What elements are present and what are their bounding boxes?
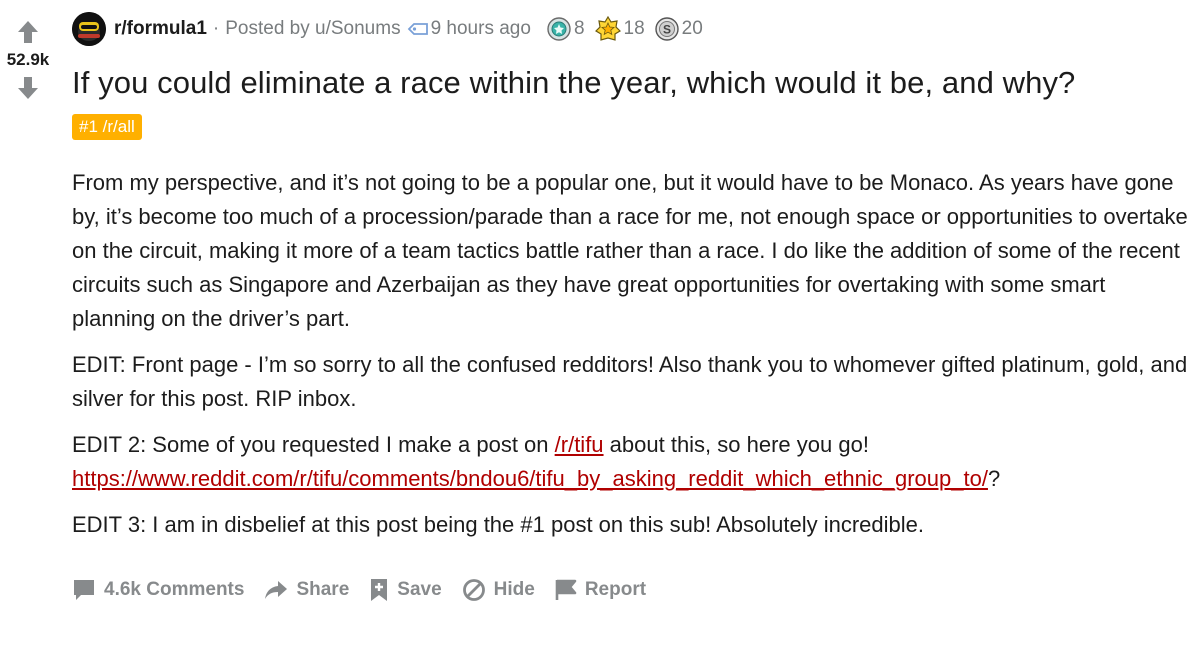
upvote-arrow-icon: [18, 21, 38, 43]
share-arrow-icon: [264, 579, 288, 601]
meta-separator: ·: [212, 18, 220, 39]
edit2-text-middle: about this, so here you go!: [603, 432, 869, 457]
share-button[interactable]: Share: [264, 579, 349, 601]
hide-circle-slash-icon: [462, 578, 486, 602]
save-bookmark-icon: [369, 578, 389, 602]
award-silver[interactable]: S 20: [654, 17, 703, 41]
hide-label: Hide: [493, 579, 535, 600]
report-label: Report: [584, 579, 647, 600]
report-flag-icon: [555, 579, 577, 601]
body-paragraph-2: EDIT: Front page - I’m so sorry to all t…: [72, 352, 1188, 411]
award-platinum[interactable]: 8: [547, 17, 585, 41]
post-actions: 4.6k Comments Share Save Hide Report: [72, 578, 666, 602]
comment-bubble-icon: [72, 579, 96, 601]
save-label: Save: [397, 579, 442, 600]
body-paragraph-3: EDIT 2: Some of you requested I make a p…: [72, 428, 1192, 496]
silver-count: 20: [681, 18, 703, 39]
post-meta: r/formula1 · Posted by u/Sonums 9 hours …: [72, 12, 1192, 46]
subreddit-name[interactable]: r/formula1: [114, 18, 207, 40]
post-body: From my perspective, and it’s not going …: [72, 166, 1192, 542]
tifu-post-link[interactable]: https://www.reddit.com/r/tifu/comments/b…: [72, 466, 988, 491]
subreddit-avatar-icon[interactable]: [72, 12, 106, 46]
platinum-award-icon: [547, 17, 571, 41]
save-button[interactable]: Save: [369, 578, 442, 602]
svg-text:S: S: [663, 23, 671, 37]
body-paragraph-4: EDIT 3: I am in disbelief at this post b…: [72, 512, 924, 537]
report-button[interactable]: Report: [555, 579, 646, 601]
hide-button[interactable]: Hide: [462, 578, 535, 602]
silver-award-icon: S: [654, 17, 679, 41]
clock-tag-icon: [407, 22, 429, 36]
downvote-arrow-icon: [18, 77, 38, 99]
downvote-button[interactable]: [14, 74, 42, 102]
edit2-text-start: EDIT 2: Some of you requested I make a p…: [72, 432, 555, 457]
vote-column: 52.9k: [0, 18, 56, 102]
comments-button[interactable]: 4.6k Comments: [72, 579, 244, 601]
post-title[interactable]: If you could eliminate a race within the…: [72, 64, 1192, 102]
edit2-text-end: ?: [987, 466, 1001, 491]
post-flair[interactable]: #1 /r/all: [72, 114, 142, 140]
body-paragraph-1: From my perspective, and it’s not going …: [72, 170, 1188, 331]
gold-count: 18: [623, 18, 645, 39]
platinum-count: 8: [573, 18, 585, 39]
post-time: 9 hours ago: [430, 18, 531, 39]
upvote-button[interactable]: [14, 18, 42, 46]
posted-by[interactable]: Posted by u/Sonums: [225, 18, 400, 40]
tifu-subreddit-link[interactable]: /r/tifu: [555, 432, 604, 457]
award-gold[interactable]: 18: [594, 16, 645, 42]
post-container: r/formula1 · Posted by u/Sonums 9 hours …: [72, 12, 1192, 554]
share-label: Share: [296, 579, 350, 600]
comments-label: 4.6k Comments: [104, 579, 245, 600]
gold-award-icon: [594, 16, 621, 41]
vote-score: 52.9k: [6, 50, 50, 69]
